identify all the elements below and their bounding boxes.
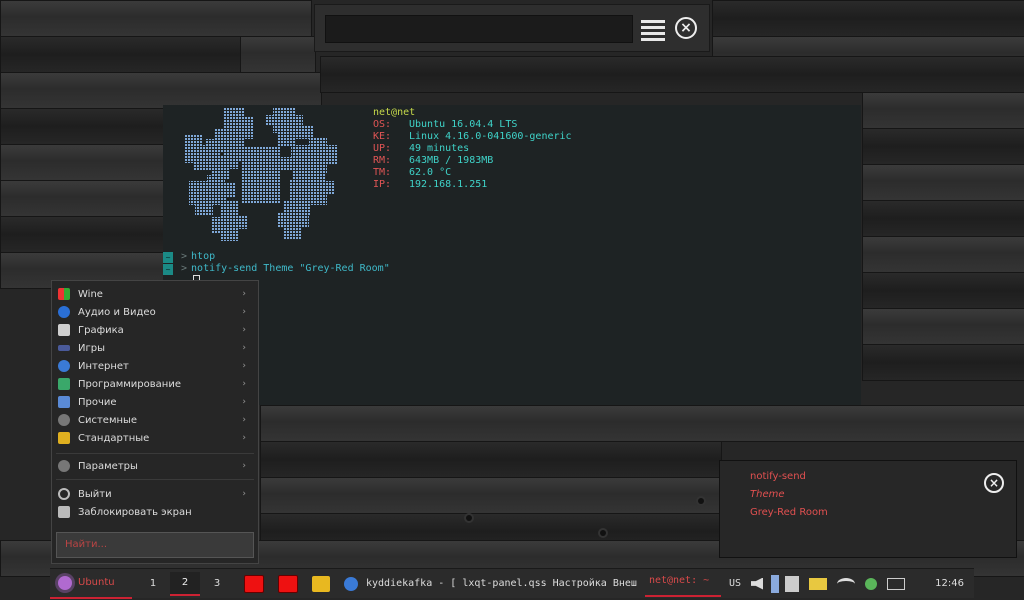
media-icon: [58, 306, 70, 318]
window-task[interactable]: kyddiekafka - [ lxqt-panel.qss Настройка…: [366, 578, 637, 589]
graphics-icon: [58, 324, 70, 336]
menu-separator: [56, 453, 254, 454]
workspace-2[interactable]: 2: [170, 571, 200, 596]
browser-icon[interactable]: [344, 576, 358, 591]
close-icon[interactable]: ×: [675, 17, 697, 39]
menu-item-games[interactable]: Игры ›: [56, 339, 254, 357]
command-history: ~ > htop ~ > notify-send Theme "Grey-Red Roo…: [163, 251, 390, 275]
chevron-right-icon: ›: [242, 343, 246, 353]
info-row: RM: 643MB / 1983MB: [373, 155, 494, 166]
chevron-right-icon: ›: [242, 379, 246, 389]
notification-popup: notify-send Theme Grey-Red Room ×: [719, 460, 1017, 558]
system-icon: [58, 414, 70, 426]
hamburger-menu-icon[interactable]: [641, 17, 665, 41]
chevron-right-icon: ›: [242, 361, 246, 371]
command-line: ~ > htop: [163, 251, 390, 263]
menu-item-wine[interactable]: Wine ›: [56, 285, 254, 303]
taskbar: Ubuntu 1 2 3 kyddiekafka - [ lxqt-panel.…: [50, 568, 974, 599]
volume-icon[interactable]: [750, 577, 763, 590]
menu-search-input[interactable]: Найти...: [56, 532, 254, 558]
chevron-right-icon: ›: [242, 289, 246, 299]
close-icon[interactable]: ×: [984, 473, 1004, 493]
power-icon: [58, 488, 70, 500]
menu-item-logout[interactable]: Выйти ›: [56, 485, 254, 503]
top-launcher-bar: ×: [314, 4, 710, 52]
info-row: IP: 192.168.1.251: [373, 179, 488, 190]
terminal-window[interactable]: net@net OS: Ubuntu 16.04.4 LTS KE: Linux 4…: [163, 105, 861, 405]
menu-item-other[interactable]: Прочие ›: [56, 393, 254, 411]
wine-icon: [58, 288, 70, 300]
chevron-right-icon: ›: [242, 461, 246, 471]
workspace-3[interactable]: 3: [202, 573, 232, 595]
menu-item-accessories[interactable]: Стандартные ›: [56, 429, 254, 447]
display-icon[interactable]: [886, 577, 905, 590]
menu-item-lock-screen[interactable]: Заблокировать экран: [56, 503, 254, 521]
start-menu: Wine › Аудио и Видео › Графика › Игры › Инте…: [51, 280, 259, 564]
menu-item-audio-video[interactable]: Аудио и Видео ›: [56, 303, 254, 321]
prompt-arrow-icon: >: [181, 263, 188, 274]
menu-item-internet[interactable]: Интернет ›: [56, 357, 254, 375]
info-row: TM: 62.0 °C: [373, 167, 452, 178]
terminal-task[interactable]: net@net: ~: [644, 571, 721, 597]
ubuntu-logo-icon: [58, 575, 72, 590]
notification-title: notify-send: [750, 471, 806, 482]
lock-screen-icon: [58, 506, 70, 518]
wifi-icon[interactable]: [836, 577, 855, 590]
menu-separator: [56, 479, 254, 480]
menu-item-graphics[interactable]: Графика ›: [56, 321, 254, 339]
programming-icon: [58, 378, 70, 390]
menu-item-system[interactable]: Системные ›: [56, 411, 254, 429]
folder-icon[interactable]: [808, 577, 827, 590]
clipboard-icon[interactable]: [784, 575, 799, 592]
notification-body: Grey-Red Room: [750, 507, 828, 518]
internet-icon: [58, 360, 70, 372]
system-info: net@net OS: Ubuntu 16.04.4 LTS KE: Linux 4…: [373, 107, 572, 191]
chevron-right-icon: ›: [242, 489, 246, 499]
other-icon: [58, 396, 70, 408]
workspace-1[interactable]: 1: [138, 573, 168, 595]
info-row: UP: 49 minutes: [373, 143, 470, 154]
keyboard-layout[interactable]: US: [729, 578, 741, 589]
command-line: ~ > notify-send Theme "Grey-Red Room": [163, 263, 390, 275]
accessories-icon: [58, 432, 70, 444]
chevron-right-icon: ›: [242, 397, 246, 407]
file-manager-icon[interactable]: [312, 575, 330, 592]
chevron-right-icon: ›: [242, 415, 246, 425]
menu-item-settings[interactable]: Параметры ›: [56, 457, 254, 475]
user-host: net@net: [373, 107, 416, 118]
chevron-right-icon: ›: [242, 307, 246, 317]
notification-summary: Theme: [750, 489, 785, 500]
clock[interactable]: 12:46: [935, 578, 964, 589]
usb-icon[interactable]: [770, 574, 779, 593]
info-row: OS: Ubuntu 16.04.4 LTS: [373, 119, 518, 130]
chevron-right-icon: ›: [242, 433, 246, 443]
app-launcher-icon[interactable]: [278, 574, 298, 593]
distro-logo-icon: [185, 107, 337, 241]
launcher-input[interactable]: [325, 15, 633, 43]
network-icon[interactable]: [864, 577, 877, 590]
games-icon: [58, 345, 70, 351]
settings-icon: [58, 460, 70, 472]
chevron-right-icon: ›: [242, 325, 246, 335]
menu-item-programming[interactable]: Программирование ›: [56, 375, 254, 393]
start-button[interactable]: Ubuntu: [50, 569, 132, 599]
app-launcher-icon[interactable]: [244, 574, 264, 593]
prompt-arrow-icon: >: [181, 251, 188, 262]
info-row: KE: Linux 4.16.0-041600-generic: [373, 131, 572, 142]
